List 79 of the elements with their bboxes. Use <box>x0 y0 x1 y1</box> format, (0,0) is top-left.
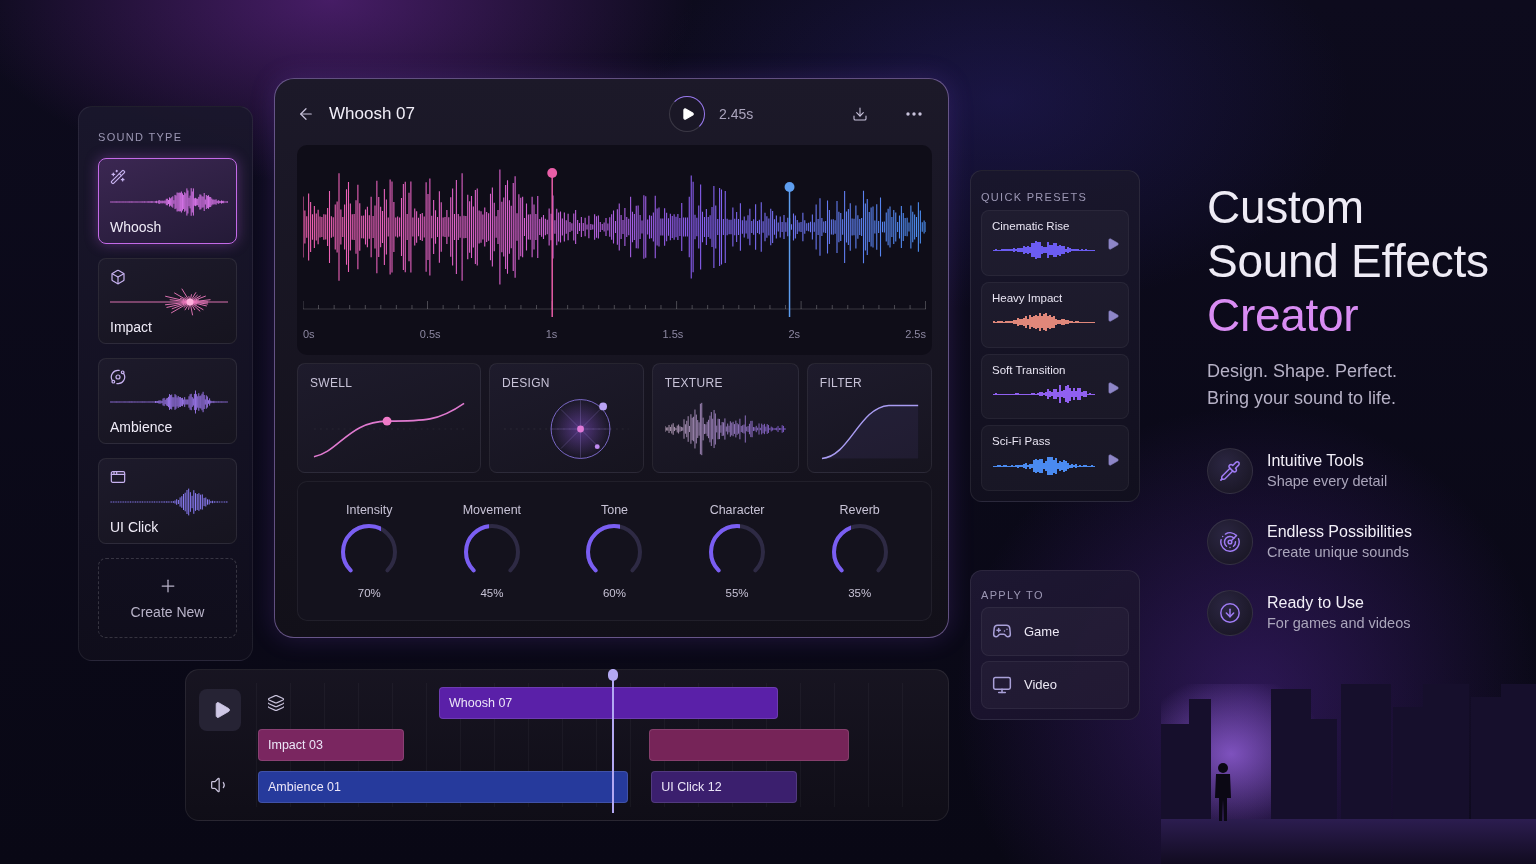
control-point[interactable] <box>577 425 584 433</box>
sound-type-card[interactable]: Ambience <box>98 358 237 444</box>
back-button[interactable] <box>297 105 315 123</box>
arrow-down-circle-icon <box>1207 590 1253 636</box>
play-button[interactable] <box>199 689 241 731</box>
play-icon <box>1106 309 1120 324</box>
preset-name: Cinematic Rise <box>992 220 1070 232</box>
orbit-icon <box>110 369 126 385</box>
knob-value: 35% <box>848 587 872 599</box>
download-icon <box>852 106 868 122</box>
module-label: FILTER <box>819 376 863 390</box>
time-label: 1.5s <box>662 328 684 340</box>
knob-value: 70% <box>357 587 381 599</box>
preset-name: Heavy Impact <box>992 291 1063 304</box>
time-label: 2.5s <box>905 328 926 340</box>
knob-value: 55% <box>725 587 749 599</box>
clip[interactable]: Whoosh 07 <box>439 687 779 719</box>
time-label: 0s <box>303 328 315 340</box>
control-point[interactable] <box>594 444 600 450</box>
more-button[interactable] <box>906 112 922 116</box>
feature-title: Intuitive Tools <box>1267 451 1364 471</box>
play-icon <box>681 107 695 121</box>
sound-type-card[interactable]: Whoosh <box>98 158 237 244</box>
hero-title: Custom Sound Effects Creator <box>1207 180 1489 342</box>
clip[interactable]: Impact 03 <box>258 729 404 761</box>
clip[interactable] <box>649 729 850 761</box>
preset-name: Sci-Fi Pass <box>992 435 1051 448</box>
back-icon <box>297 105 315 123</box>
play-icon <box>1106 380 1120 395</box>
panel-title: SOUND TYPE <box>98 131 183 144</box>
panel-title: APPLY TO <box>981 589 1044 602</box>
pipette-icon <box>1207 448 1253 494</box>
apply-option[interactable]: Video <box>981 660 1129 709</box>
knob-label: Intensity <box>346 503 393 517</box>
duration-label: 2.45s <box>719 106 754 122</box>
wand-icon <box>110 169 126 185</box>
feature-subtitle: Create unique sounds <box>1267 543 1409 562</box>
feature-subtitle: Shape every detail <box>1267 472 1388 491</box>
knob-value: 45% <box>480 587 504 599</box>
window-icon <box>110 469 126 485</box>
feature-subtitle: For games and videos <box>1267 614 1411 633</box>
control-point[interactable] <box>599 402 608 411</box>
feature-title: Endless Possibilities <box>1267 522 1412 542</box>
layers-icon[interactable] <box>266 694 285 712</box>
sound-type-card[interactable]: Impact <box>98 258 237 344</box>
curve-handle[interactable] <box>382 416 392 426</box>
knob-value: 60% <box>602 587 626 599</box>
knob-label: Movement <box>462 503 522 517</box>
clip[interactable]: UI Click 12 <box>651 771 798 803</box>
radar-icon <box>1207 519 1253 565</box>
play-icon <box>1106 237 1120 252</box>
create-new-button[interactable]: Create New <box>98 558 237 638</box>
more-icon <box>906 112 922 116</box>
sound-type-card[interactable]: UI Click <box>98 458 237 544</box>
play-button[interactable] <box>669 96 705 132</box>
box-icon <box>110 269 126 285</box>
feature-title: Ready to Use <box>1267 593 1364 613</box>
module-label: DESIGN <box>502 376 550 390</box>
tagline: Design. Shape. Perfect. Bring your sound to life. <box>1207 360 1398 410</box>
preset-name: Soft Transition <box>992 363 1066 376</box>
module-label: SWELL <box>310 376 353 390</box>
time-label: 2s <box>788 328 801 340</box>
download-button[interactable] <box>852 106 868 122</box>
module-label: TEXTURE <box>664 376 723 390</box>
monitor-icon <box>992 674 1012 695</box>
marker[interactable] <box>784 182 795 318</box>
clip-title: Whoosh 07 <box>329 104 415 124</box>
time-label: 1s <box>545 328 558 340</box>
knob-label: Reverb <box>839 503 880 517</box>
knob-label: Character <box>709 503 765 517</box>
radar-ring <box>550 399 611 459</box>
marker[interactable] <box>547 168 558 318</box>
clip[interactable]: Ambience 01 <box>258 771 628 803</box>
apply-option[interactable]: Game <box>981 607 1129 656</box>
person-silhouette <box>1215 763 1231 821</box>
panel-title: QUICK PRESETS <box>981 191 1088 204</box>
play-icon <box>1106 452 1120 467</box>
knob-label: Tone <box>600 503 629 517</box>
time-label: 0.5s <box>419 328 441 340</box>
